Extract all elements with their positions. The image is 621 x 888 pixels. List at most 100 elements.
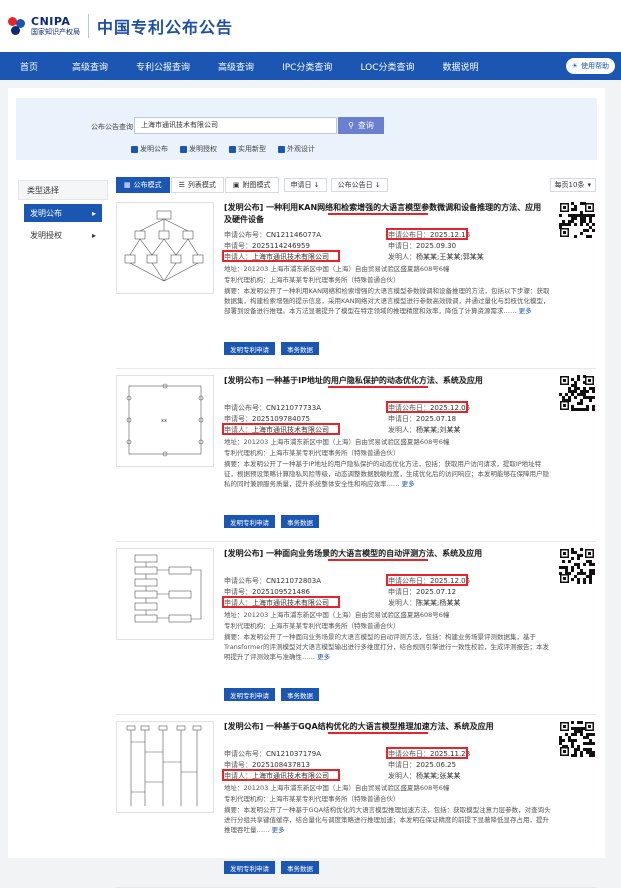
result-card: [发明公布] 一种利用KAN网络和检索增强的大语言模型参数微调和设备推理的方法、… xyxy=(116,196,596,369)
agency-field: 专利代理机构：上海市某某专利代理事务所（特殊普通合伙） xyxy=(224,449,400,457)
checkbox-invention-grant[interactable]: 发明授权 xyxy=(180,144,217,154)
nav-item-home[interactable]: 首页 xyxy=(6,60,58,73)
sort-app-date[interactable]: 申请日 ↓ xyxy=(283,178,327,192)
qr-code xyxy=(559,548,595,584)
applicant-highlight xyxy=(222,769,340,781)
full-text-button[interactable]: 发明专利申请 xyxy=(224,342,275,355)
transaction-data-button[interactable]: 事务数据 xyxy=(281,515,319,528)
grid-icon: ▦ xyxy=(124,181,131,189)
qr-code xyxy=(559,721,595,757)
pub-date-highlight xyxy=(386,228,468,240)
nav-item-loc[interactable]: LOC分类查询 xyxy=(346,60,428,73)
qr-code xyxy=(559,375,595,411)
abstract-text: 摘要：本发明公开了一种利用KAN网络和检索增强的大语言模型参数微调和设备推理的方… xyxy=(224,287,550,315)
title-underline xyxy=(328,732,428,734)
nav-item-advanced[interactable]: 高级查询 xyxy=(58,60,122,73)
pub-date-highlight xyxy=(386,401,468,413)
checked-icon xyxy=(229,145,236,153)
inventor-field: 发明人：杨某某;王某某;郭某某 xyxy=(388,253,484,261)
main-nav: 首页 高级查询 专利公报查询 高级查询 IPC分类查询 LOC分类查询 数据说明… xyxy=(0,52,621,80)
chevron-right-icon: ▸ xyxy=(91,208,96,218)
patent-drawing-thumbnail[interactable] xyxy=(116,548,214,640)
full-text-button[interactable]: 发明专利申请 xyxy=(224,688,275,701)
image-icon: ▣ xyxy=(232,181,240,189)
search-icon: ⚲ xyxy=(348,121,354,130)
nav-item-ipc[interactable]: IPC分类查询 xyxy=(268,60,346,73)
checkbox-utility[interactable]: 实用新型 xyxy=(229,144,266,154)
more-link[interactable]: 更多 xyxy=(317,653,330,661)
help-button[interactable]: ☀ 使用帮助 xyxy=(565,58,615,74)
abstract-text: 摘要：本发明公开了一种基于IP地址的用户隐私保护的动态优化方法，包括：获取用户访… xyxy=(224,460,549,488)
result-card: [发明公布] 一种基于GQA结构优化的大语言模型推理加速方法、系统及应用 申请公… xyxy=(116,715,596,888)
app-date-field: 申请日：2025.07.12 xyxy=(388,588,457,596)
address-field: 地址：201203 上海市浦东新区中国（上海）自由贸易试验区盛夏路608号6幢 xyxy=(224,611,450,619)
transaction-data-button[interactable]: 事务数据 xyxy=(281,688,319,701)
checkbox-design[interactable]: 外观设计 xyxy=(278,144,315,154)
more-link[interactable]: 更多 xyxy=(519,307,532,315)
results-list: [发明公布] 一种利用KAN网络和检索增强的大语言模型参数微调和设备推理的方法、… xyxy=(116,196,596,888)
sidebar-item-invention-pub[interactable]: 发明公布 ▸ xyxy=(24,204,102,222)
checked-icon xyxy=(278,145,285,153)
sidebar-item-invention-grant[interactable]: 发明授权 ▸ xyxy=(24,226,102,244)
result-card: [发明公布] 一种面向业务场景的大语言模型的自动评测方法、系统及应用 申请公布号… xyxy=(116,542,596,715)
abstract-text: 摘要：本发明公开了一种面向业务场景的大语言模型的自动评测方法，包括：构建业务场景… xyxy=(224,633,550,661)
inventor-field: 发明人：杨某某;张某某 xyxy=(388,772,461,780)
nav-item-gazette[interactable]: 专利公报查询 xyxy=(122,60,204,73)
full-text-button[interactable]: 发明专利申请 xyxy=(224,861,275,874)
sidebar-head: 类型选择 xyxy=(18,180,108,200)
more-link[interactable]: 更多 xyxy=(272,826,285,834)
logo-mark-icon xyxy=(6,15,28,37)
applicant-highlight xyxy=(222,423,340,435)
card-actions: 发明专利申请 事务数据 xyxy=(224,688,319,701)
transaction-data-button[interactable]: 事务数据 xyxy=(281,342,319,355)
type-sidebar: 类型选择 发明公布 ▸ 发明授权 ▸ xyxy=(18,180,108,244)
agency-field: 专利代理机构：上海市某某专利代理事务所（特殊普通合伙） xyxy=(224,622,400,630)
applicant-highlight xyxy=(222,250,340,262)
logo-text-en: CNIPA xyxy=(31,14,71,28)
app-date-field: 申请日：2025.09.30 xyxy=(388,242,457,250)
card-actions: 发明专利申请 事务数据 xyxy=(224,861,319,874)
applicant-highlight xyxy=(222,596,340,608)
agency-field: 专利代理机构：上海市某某专利代理事务所（特殊普通合伙） xyxy=(224,276,400,284)
search-panel: 公布公告查询 上海市通讯技术有限公司 ⚲ 查询 发明公布 发明授权 实用新型 外… xyxy=(16,98,597,160)
per-page-select[interactable]: 每页10条 ▾ xyxy=(549,178,596,192)
checked-icon xyxy=(131,145,138,153)
checkbox-invention-pub[interactable]: 发明公布 xyxy=(131,144,168,154)
transaction-data-button[interactable]: 事务数据 xyxy=(281,861,319,874)
full-text-button[interactable]: 发明专利申请 xyxy=(224,515,275,528)
list-icon: ☰ xyxy=(178,181,185,189)
address-field: 地址：201203 上海市浦东新区中国（上海）自由贸易试验区盛夏路608号6幢 xyxy=(224,265,450,273)
patent-drawing-thumbnail[interactable]: xx xyxy=(116,375,214,467)
more-link[interactable]: 更多 xyxy=(402,480,415,488)
svg-text:xx: xx xyxy=(161,418,167,424)
search-button-label: 查询 xyxy=(357,121,374,130)
result-card: xx [发明公布] 一种基于IP地址的用户隐私保护的动态优化方法、系统及应用 申… xyxy=(116,369,596,542)
nav-item-data[interactable]: 数据说明 xyxy=(429,60,493,73)
search-button[interactable]: ⚲ 查询 xyxy=(338,117,384,134)
chevron-down-icon: ▾ xyxy=(587,181,591,189)
logo-text-cn: 国家知识产权局 xyxy=(31,27,80,36)
sort-pub-date[interactable]: 公布公告日 ↓ xyxy=(330,178,388,192)
cnipa-logo[interactable]: CNIPA 国家知识产权局 xyxy=(6,15,80,37)
tab-list-mode[interactable]: ☰ 列表模式 xyxy=(170,177,224,193)
help-label: 使用帮助 xyxy=(581,62,609,70)
card-actions: 发明专利申请 事务数据 xyxy=(224,515,319,528)
tab-figure-mode[interactable]: ▣ 附图模式 xyxy=(224,177,279,193)
pub-no-field: 申请公布号：CN121077733A xyxy=(224,404,321,412)
patent-drawing-thumbnail[interactable] xyxy=(116,721,214,813)
nav-item-advanced-2[interactable]: 高级查询 xyxy=(204,60,268,73)
results-toolbar: ▦ 公布模式 ☰ 列表模式 ▣ 附图模式 申请日 ↓ 公布公告日 ↓ 每页10条 ▾ xyxy=(116,177,596,193)
abstract-text: 摘要：本发明公开了一种基于GQA结构优化的大语言模型推理加速方法，包括：获取模型… xyxy=(224,806,551,834)
checked-icon xyxy=(180,145,187,153)
title-underline xyxy=(328,386,428,388)
site-title: 中国专利公布公告 xyxy=(97,18,234,37)
tab-publication-mode[interactable]: ▦ 公布模式 xyxy=(116,177,170,193)
pub-no-field: 申请公布号：CN121037179A xyxy=(224,750,321,758)
chevron-right-icon: ▸ xyxy=(91,230,96,240)
inventor-field: 发明人：陈某某;杨某某 xyxy=(388,599,461,607)
main-panel: 公布公告查询 上海市通讯技术有限公司 ⚲ 查询 发明公布 发明授权 实用新型 外… xyxy=(8,88,605,888)
patent-drawing-thumbnail[interactable] xyxy=(116,202,214,294)
bulb-icon: ☀ xyxy=(571,62,578,70)
search-input[interactable]: 上海市通讯技术有限公司 xyxy=(134,117,337,134)
inventor-field: 发明人：杨某某;刘某某 xyxy=(388,426,461,434)
